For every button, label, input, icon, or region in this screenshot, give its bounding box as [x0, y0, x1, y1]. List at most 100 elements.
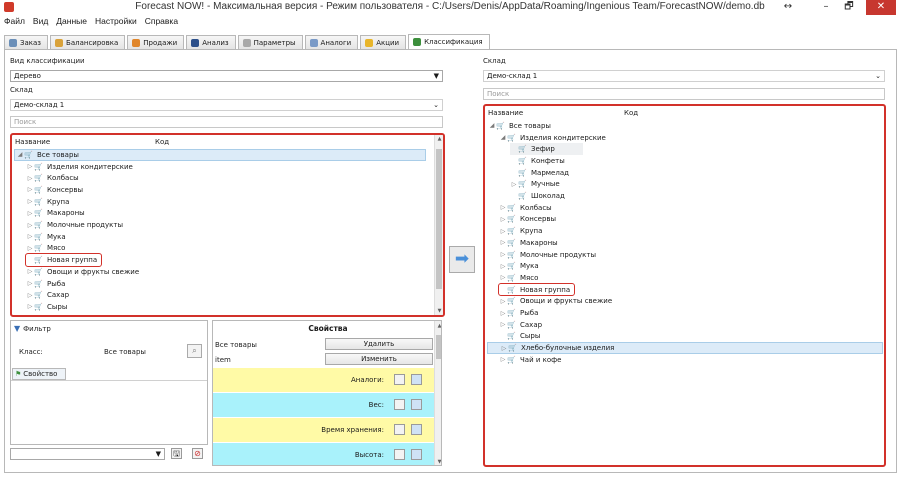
expand-icon[interactable]: ▷: [499, 321, 507, 328]
filter-select[interactable]: ▼: [10, 448, 165, 460]
menu-data[interactable]: Данные: [56, 16, 87, 29]
left-tree-item[interactable]: ▷ 🛒 Крупа: [26, 196, 70, 208]
scroll-up-icon[interactable]: ▲: [435, 323, 441, 329]
left-tree-item[interactable]: ▷ 🛒 Изделия кондитерские: [26, 161, 133, 173]
left-tree-header-code[interactable]: Код: [155, 138, 169, 146]
tab-classification[interactable]: Классификация: [408, 34, 490, 49]
left-tree-item[interactable]: 🛒 Новая группа: [24, 253, 103, 267]
property-list-icon[interactable]: [411, 424, 422, 435]
right-tree-item[interactable]: 🛒 Конфеты: [510, 155, 565, 167]
expand-icon[interactable]: ▷: [499, 216, 507, 223]
expand-icon[interactable]: ▷: [26, 210, 34, 217]
expand-icon[interactable]: ▷: [26, 198, 34, 205]
menu-settings[interactable]: Настройки: [95, 16, 137, 29]
left-tree-scrollbar[interactable]: ▲ ▼: [434, 135, 443, 315]
left-tree-item[interactable]: ▷ 🛒 Овощи и фрукты свежие: [26, 266, 139, 278]
scroll-up-icon[interactable]: ▲: [435, 136, 443, 142]
right-tree-item[interactable]: 🛒 Шоколад: [510, 190, 565, 202]
transfer-button[interactable]: ➡: [449, 246, 475, 273]
left-warehouse-select[interactable]: Демо-склад 1 ⌄: [10, 99, 443, 111]
right-tree-item[interactable]: ▷ 🛒 Рыба: [499, 307, 539, 319]
left-tree-item[interactable]: ▷ 🛒 Сахар: [26, 289, 69, 301]
right-tree-item[interactable]: ◢ 🛒 Все товары: [488, 120, 551, 132]
left-tree-item[interactable]: ▷ 🛒 Колбасы: [26, 172, 79, 184]
collapse-icon[interactable]: ◢: [16, 151, 24, 158]
menu-file[interactable]: Файл: [4, 16, 25, 29]
properties-scrollbar[interactable]: ▲ ▼: [434, 321, 441, 465]
tab-params[interactable]: Параметры: [237, 35, 303, 49]
delete-button[interactable]: Удалить: [325, 338, 433, 350]
maximize-button[interactable]: 🗗: [838, 0, 860, 15]
left-tree-item[interactable]: ◢ 🛒 Все товары: [14, 149, 426, 161]
property-list-icon[interactable]: [411, 399, 422, 410]
left-tree-header-name[interactable]: Название: [15, 138, 50, 146]
expand-icon[interactable]: ▷: [499, 263, 507, 270]
right-tree-item[interactable]: 🛒 Зефир: [510, 143, 583, 156]
minimize-button[interactable]: –: [815, 0, 837, 15]
expand-icon[interactable]: ▷: [26, 245, 34, 252]
left-search-input[interactable]: Поиск: [10, 116, 443, 128]
menu-view[interactable]: Вид: [33, 16, 48, 29]
expand-icon[interactable]: ▷: [499, 251, 507, 258]
right-search-input[interactable]: Поиск: [483, 88, 885, 100]
expand-icon[interactable]: ▷: [26, 222, 34, 229]
tab-analysis[interactable]: Анализ: [186, 35, 236, 49]
right-tree-header-code[interactable]: Код: [624, 109, 638, 117]
property-list-icon[interactable]: [411, 449, 422, 460]
property-edit-icon[interactable]: [394, 449, 405, 460]
expand-icon[interactable]: ▷: [499, 239, 507, 246]
left-tree-item[interactable]: ▷ 🛒 Мясо: [26, 243, 66, 255]
expand-icon[interactable]: ▷: [499, 274, 507, 281]
right-tree-item[interactable]: ▷ 🛒 Консервы: [499, 214, 556, 226]
property-list-icon[interactable]: [411, 374, 422, 385]
scroll-thumb[interactable]: [436, 335, 441, 359]
right-tree-item[interactable]: 🛒 Сыры: [499, 331, 540, 343]
property-tab[interactable]: ⚑ Свойство: [12, 368, 66, 380]
left-tree-item[interactable]: ▷ 🛒 Макароны: [26, 208, 85, 220]
save-icon[interactable]: 🖫: [171, 448, 182, 459]
expand-icon[interactable]: ▷: [499, 298, 507, 305]
tab-order[interactable]: Заказ: [4, 35, 49, 49]
property-edit-icon[interactable]: [394, 424, 405, 435]
right-tree-item[interactable]: ▷ 🛒 Чай и кофе: [499, 354, 562, 366]
expand-icon[interactable]: ▷: [500, 345, 508, 352]
expand-icon[interactable]: ▷: [499, 310, 507, 317]
right-tree-header-name[interactable]: Название: [488, 109, 523, 117]
left-tree-item[interactable]: ▷ 🛒 Мука: [26, 231, 66, 243]
right-tree-item[interactable]: ▷ 🛒 Овощи и фрукты свежие: [499, 296, 612, 308]
expand-icon[interactable]: ▷: [26, 280, 34, 287]
tab-promo[interactable]: Акции: [360, 35, 407, 49]
collapse-icon[interactable]: ◢: [499, 134, 507, 141]
right-tree-item[interactable]: ▷ 🛒 Колбасы: [499, 202, 552, 214]
tab-analogs[interactable]: Аналоги: [304, 35, 359, 49]
left-tree-item[interactable]: ▷ 🛒 Консервы: [26, 184, 83, 196]
right-tree-item[interactable]: ▷ 🛒 Мясо: [499, 272, 539, 284]
left-tree-item[interactable]: ▷ 🛒 Сыры: [26, 301, 68, 313]
search-icon[interactable]: ⌕: [187, 344, 202, 358]
expand-icon[interactable]: ▷: [26, 186, 34, 193]
left-tree-item[interactable]: ▷ 🛒 Рыба: [26, 278, 66, 290]
expand-icon[interactable]: ▷: [26, 233, 34, 240]
close-button[interactable]: ✕: [866, 0, 896, 15]
right-tree-view[interactable]: Название Код ◢ 🛒 Все товары ◢ 🛒 Изделия конди…: [483, 104, 886, 467]
clear-filter-icon[interactable]: ⊘: [192, 448, 203, 459]
extra-window-icon[interactable]: ↔: [777, 0, 799, 15]
expand-icon[interactable]: ▷: [499, 356, 507, 363]
edit-button[interactable]: Изменить: [325, 353, 433, 365]
right-tree-item[interactable]: ▷ 🛒 Сахар: [499, 319, 542, 331]
menu-help[interactable]: Справка: [145, 16, 178, 29]
expand-icon[interactable]: ▷: [26, 163, 34, 170]
right-tree-item[interactable]: ▷ 🛒 Мучные: [510, 179, 560, 191]
right-tree-item[interactable]: ▷ 🛒 Молочные продукты: [499, 249, 596, 261]
scroll-thumb[interactable]: [436, 149, 442, 289]
right-tree-item[interactable]: ▷ 🛒 Мука: [499, 260, 539, 272]
right-tree-item[interactable]: 🛒 Мармелад: [510, 167, 569, 179]
scroll-down-icon[interactable]: ▼: [435, 308, 443, 314]
right-tree-item[interactable]: ◢ 🛒 Изделия кондитерские: [499, 132, 606, 144]
expand-icon[interactable]: ▷: [26, 175, 34, 182]
property-edit-icon[interactable]: [394, 374, 405, 385]
tab-sales[interactable]: Продажи: [127, 35, 185, 49]
collapse-icon[interactable]: ◢: [488, 122, 496, 129]
left-tree-item[interactable]: ▷ 🛒 Молочные продукты: [26, 219, 123, 231]
right-tree-item[interactable]: ▷ 🛒 Крупа: [499, 225, 543, 237]
